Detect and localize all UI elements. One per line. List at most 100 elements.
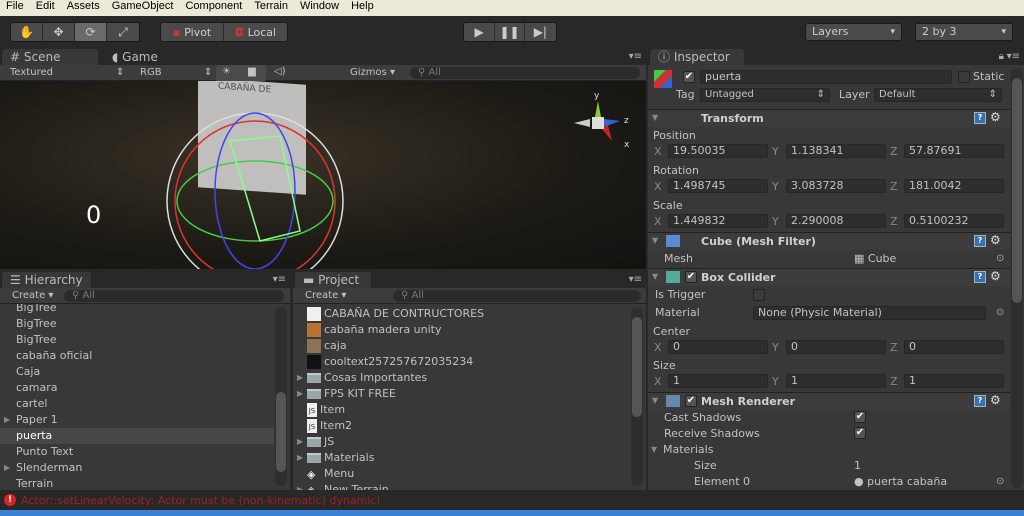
hierarchy-item[interactable]: ▶ Paper 1 [0,412,274,428]
layers-dropdown[interactable]: Layers [805,23,902,41]
position-z-field[interactable]: 57.87691 [904,144,1004,158]
foldout-arrow-icon[interactable]: ▼ [652,272,658,281]
step-button[interactable]: ▶| [525,23,556,41]
project-scrollbar[interactable] [631,307,643,486]
box-collider-enabled-checkbox[interactable]: ✔ [685,271,697,283]
hierarchy-item[interactable]: BigTree [0,316,274,332]
menu-window[interactable]: Window [294,0,345,16]
hierarchy-search[interactable]: ⚲ All [64,290,284,302]
scale-icon[interactable]: ⤢ [107,23,139,41]
tab-inspector[interactable]: ⓘ Inspector [650,49,744,65]
tab-hierarchy[interactable]: ☰ Hierarchy [2,272,91,288]
rotation-z-field[interactable]: 181.0042 [904,179,1004,193]
scene-search[interactable]: ⚲ All [410,67,640,79]
tab-scene[interactable]: # Scene [2,49,98,65]
scale-z-field[interactable]: 0.5100232 [904,214,1004,228]
hand-icon[interactable]: ✋ [11,23,43,41]
project-item[interactable]: JS Item [293,402,630,418]
active-checkbox[interactable]: ✔ [683,71,695,83]
menu-help[interactable]: Help [345,0,380,16]
project-create-button[interactable]: Create ▾ [305,290,346,301]
box-collider-header[interactable]: ▼ ✔ Box Collider? ⚙ [648,268,1010,286]
scale-x-field[interactable]: 1.449832 [668,214,768,228]
gear-icon[interactable]: ⚙ [990,110,1001,124]
menu-assets[interactable]: Assets [61,0,106,16]
hierarchy-item[interactable]: camara [0,380,274,396]
object-picker-icon[interactable]: ⊙ [996,476,1004,487]
scene-viewport[interactable]: CABAÑA DE 0 y z x [0,81,646,269]
expand-arrow-icon[interactable]: ▶ [297,450,303,466]
render-mode-dropdown[interactable]: Textured [10,67,53,78]
object-picker-icon[interactable]: ⊙ [996,253,1004,264]
expand-arrow-icon[interactable]: ▶ [297,482,303,490]
local-button[interactable]: ◘ Local [224,23,287,41]
help-icon[interactable]: ? [974,395,986,407]
hierarchy-item[interactable]: cartel [0,396,274,412]
play-button[interactable]: ▶ [464,23,496,41]
static-checkbox[interactable] [958,71,970,83]
receive-shadows-checkbox[interactable]: ✔ [854,427,866,439]
hierarchy-item[interactable]: cabaña oficial [0,348,274,364]
size-z-field[interactable]: 1 [904,374,1004,388]
project-item[interactable]: cooltext257257672035234 [293,354,630,370]
foldout-arrow-icon[interactable]: ▼ [652,236,658,245]
project-scroll-thumb[interactable] [632,317,642,417]
object-picker-icon[interactable]: ⊙ [996,307,1004,318]
center-x-field[interactable]: 0 [668,340,768,354]
center-z-field[interactable]: 0 [904,340,1004,354]
panel-menu-icon[interactable]: ▾≡ [629,274,642,285]
scene-orientation-gizmo[interactable]: y z x [568,89,638,159]
move-icon[interactable]: ✥ [43,23,75,41]
size-x-field[interactable]: 1 [668,374,768,388]
hierarchy-create-button[interactable]: Create ▾ [12,290,53,301]
menu-gameobject[interactable]: GameObject [106,0,180,16]
project-item[interactable]: ▶ JS [293,434,630,450]
rotate-gizmo[interactable] [160,111,360,269]
rotation-x-field[interactable]: 1.498745 [668,179,768,193]
hierarchy-item[interactable]: puerta [0,428,274,444]
foldout-arrow-icon[interactable]: ▼ [651,445,657,454]
gear-icon[interactable]: ⚙ [990,393,1001,407]
transform-header[interactable]: ▼ Transform? ⚙ [648,109,1010,127]
project-item[interactable]: ◈ Menu [293,466,630,482]
project-item[interactable]: ▶ Materials [293,450,630,466]
audio-icon[interactable]: ◁) [274,66,286,77]
expand-arrow-icon[interactable]: ▶ [297,370,303,386]
scale-y-field[interactable]: 2.290008 [786,214,886,228]
mesh-renderer-header[interactable]: ▼ ✔ Mesh Renderer? ⚙ [648,392,1010,410]
project-item[interactable]: cabaña madera unity [293,322,630,338]
menu-edit[interactable]: Edit [30,0,61,16]
lighting-icon[interactable]: ☀ [222,66,231,77]
hierarchy-item[interactable]: Punto Text [0,444,274,460]
hierarchy-scrollbar[interactable] [275,307,287,486]
project-item[interactable]: caja [293,338,630,354]
position-y-field[interactable]: 1.138341 [786,144,886,158]
foldout-arrow-icon[interactable]: ▼ [652,396,658,405]
menu-file[interactable]: File [0,0,30,16]
tab-game[interactable]: ◖ Game [104,49,166,65]
inspector-scroll-thumb[interactable] [1012,78,1022,303]
mesh-filter-header[interactable]: ▼ Cube (Mesh Filter)? ⚙ [648,232,1010,250]
project-search[interactable]: ⚲ All [393,290,641,302]
mesh-field[interactable]: ▦ Cube [854,252,896,265]
layout-dropdown[interactable]: 2 by 3 [915,23,1013,41]
materials-size-field[interactable]: 1 [854,459,861,472]
expand-arrow-icon[interactable]: ▶ [297,434,303,450]
tab-project[interactable]: ▬ Project [295,272,371,288]
color-mode-dropdown[interactable]: RGB [140,67,162,78]
status-bar[interactable]: ! Actor::setLinearVelocity: Actor must b… [0,490,1024,510]
panel-menu-icon[interactable]: ▾≡ [629,51,642,62]
panel-menu-icon[interactable]: ▾≡ [1007,51,1020,62]
lock-icon[interactable]: 🔒︎ [999,51,1004,62]
menu-component[interactable]: Component [179,0,248,16]
element0-field[interactable]: ● puerta cabaña [854,475,947,488]
expand-arrow-icon[interactable]: ▶ [4,460,10,476]
hierarchy-item[interactable]: BigTree [0,332,274,348]
project-item[interactable]: ▶ Cosas Importantes [293,370,630,386]
hierarchy-scroll-thumb[interactable] [276,392,286,472]
hierarchy-item[interactable]: Caja [0,364,274,380]
size-y-field[interactable]: 1 [786,374,886,388]
pivot-button[interactable]: ▪ Pivot [161,23,225,41]
foldout-arrow-icon[interactable]: ▼ [652,113,658,122]
cast-shadows-checkbox[interactable]: ✔ [854,411,866,423]
